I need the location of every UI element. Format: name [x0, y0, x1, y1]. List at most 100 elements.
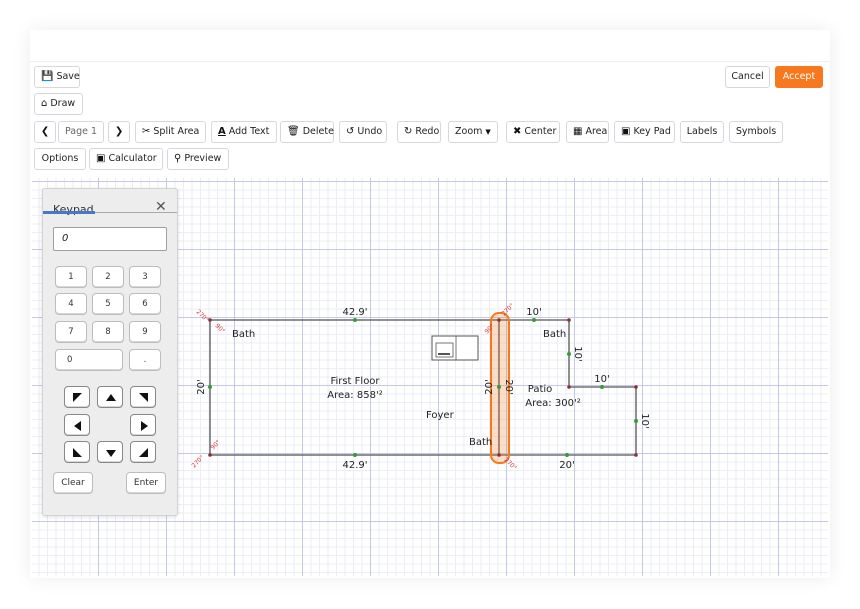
center-arrows-icon: ✖	[513, 126, 522, 137]
room-label-bath-2: Bath	[543, 329, 566, 340]
key-4[interactable]: 4	[55, 293, 87, 315]
arrow-left-icon	[74, 421, 81, 431]
patio-area: Area: 300'²	[525, 398, 580, 409]
keypad-panel: Keypad ✕ 0 1 2 3 4 5 6 7 8 9 0 . Clear E…	[42, 188, 178, 516]
draw-button[interactable]: ⌂ Draw	[34, 93, 83, 115]
caret-down-icon: ▼	[485, 128, 491, 136]
delete-label: Delete	[302, 126, 334, 137]
next-page-button[interactable]: ❯	[108, 121, 130, 143]
arrow-down-right-icon	[139, 448, 148, 457]
arrow-right-icon	[141, 421, 148, 431]
options-label: Options	[41, 153, 79, 164]
delete-button[interactable]: 🗑 Delete	[280, 121, 334, 143]
arrow-down-right-button[interactable]	[130, 441, 156, 463]
calculator-label: Calculator	[108, 153, 157, 164]
add-text-label: Add Text	[228, 126, 270, 137]
labels-label: Labels	[686, 126, 718, 137]
labels-button[interactable]: Labels	[680, 121, 724, 143]
accept-button[interactable]: Accept	[775, 66, 823, 88]
search-icon: ⚲	[174, 153, 182, 164]
keypad-display[interactable]: 0	[53, 227, 167, 251]
key-1[interactable]: 1	[55, 266, 87, 288]
scissors-icon: ✂	[142, 126, 151, 137]
dim-split-right: 20'	[503, 379, 514, 394]
dim-patio-right-lower: 10'	[639, 413, 650, 428]
arrow-up-left-icon	[73, 393, 82, 402]
angle-bl-inner: 90°	[209, 439, 221, 451]
angle-split-bottom: 270°	[503, 456, 518, 471]
arrow-up-icon	[106, 394, 116, 401]
key-dot[interactable]: .	[129, 349, 161, 371]
keypad-title: Keypad	[53, 203, 94, 216]
bathroom-fixture[interactable]	[431, 335, 479, 361]
options-button[interactable]: Options	[34, 148, 86, 170]
arrow-down-button[interactable]	[97, 441, 123, 463]
undo-icon: ↺	[346, 126, 355, 137]
keypad-icon: ▣	[621, 126, 631, 137]
save-button[interactable]: 💾 Save	[34, 66, 80, 88]
split-area-label: Split Area	[153, 126, 200, 137]
calculator-icon: ▣	[96, 153, 106, 164]
dim-split-left: 20'	[484, 379, 495, 394]
redo-button[interactable]: ↻ Redo	[397, 121, 441, 143]
arrow-up-right-button[interactable]	[130, 386, 156, 408]
arrow-right-button[interactable]	[130, 414, 156, 436]
key-8[interactable]: 8	[92, 321, 124, 343]
key-2[interactable]: 2	[92, 266, 124, 288]
arrow-up-left-button[interactable]	[64, 386, 90, 408]
chevron-left-icon: ❮	[40, 126, 50, 137]
redo-label: Redo	[415, 126, 440, 137]
trash-icon: 🗑	[287, 126, 300, 137]
draw-label: Draw	[50, 98, 76, 109]
chevron-right-icon: ❯	[114, 126, 124, 137]
zoom-dropdown[interactable]: Zoom ▼	[448, 121, 498, 143]
arrow-down-left-button[interactable]	[64, 441, 90, 463]
symbols-button[interactable]: Symbols	[729, 121, 783, 143]
calculator-icon: ▦	[573, 126, 583, 137]
key-5[interactable]: 5	[92, 293, 124, 315]
center-button[interactable]: ✖ Center	[506, 121, 560, 143]
dim-top: 42.9'	[342, 307, 367, 318]
arrow-down-icon	[106, 450, 116, 457]
room-label-bath-1: Bath	[232, 329, 255, 340]
key-pad-button[interactable]: ▣ Key Pad	[614, 121, 675, 143]
house-icon: ⌂	[41, 98, 48, 109]
dim-patio-top: 10'	[526, 307, 541, 318]
prev-page-button[interactable]: ❮	[34, 121, 56, 143]
key-6[interactable]: 6	[129, 293, 161, 315]
save-label: Save	[56, 71, 80, 82]
add-text-button[interactable]: A Add Text	[211, 121, 277, 143]
page-indicator: Page 1	[58, 121, 104, 143]
first-floor-name: First Floor	[330, 376, 380, 387]
arrow-up-right-icon	[139, 393, 148, 402]
cancel-button[interactable]: Cancel	[725, 66, 770, 88]
key-pad-label: Key Pad	[633, 126, 671, 137]
arrow-left-button[interactable]	[64, 414, 90, 436]
preview-button[interactable]: ⚲ Preview	[167, 148, 229, 170]
key-7[interactable]: 7	[55, 321, 87, 343]
page-label: Page 1	[64, 126, 98, 137]
calculator-button[interactable]: ▣ Calculator	[89, 148, 163, 170]
clear-button[interactable]: Clear	[53, 472, 93, 494]
close-icon[interactable]: ✕	[155, 199, 167, 215]
angle-bl-outer: 270°	[190, 454, 205, 469]
editor-window: 💾 Save Cancel Accept ⌂ Draw ❮ Page 1 ❯ ✂…	[30, 30, 830, 578]
key-3[interactable]: 3	[129, 266, 161, 288]
center-label: Center	[524, 126, 557, 137]
dim-bottom: 42.9'	[342, 460, 367, 471]
key-9[interactable]: 9	[129, 321, 161, 343]
undo-button[interactable]: ↺ Undo	[339, 121, 387, 143]
arrow-up-button[interactable]	[97, 386, 123, 408]
split-area-button[interactable]: ✂ Split Area	[135, 121, 206, 143]
enter-button[interactable]: Enter	[126, 472, 166, 494]
accept-label: Accept	[782, 71, 816, 82]
redo-icon: ↻	[404, 126, 413, 137]
preview-label: Preview	[184, 153, 222, 164]
key-0[interactable]: 0	[55, 349, 123, 371]
drawing-canvas[interactable]: 42.9' 42.9' 20' 20' 20' 10' 10' 10' 10' …	[32, 178, 828, 576]
angle-tl-outer: 270°	[195, 308, 210, 323]
arrow-down-left-icon	[73, 448, 82, 457]
keypad-title-accent	[43, 211, 95, 214]
area-button[interactable]: ▦ Area	[566, 121, 609, 143]
cancel-label: Cancel	[731, 71, 764, 82]
